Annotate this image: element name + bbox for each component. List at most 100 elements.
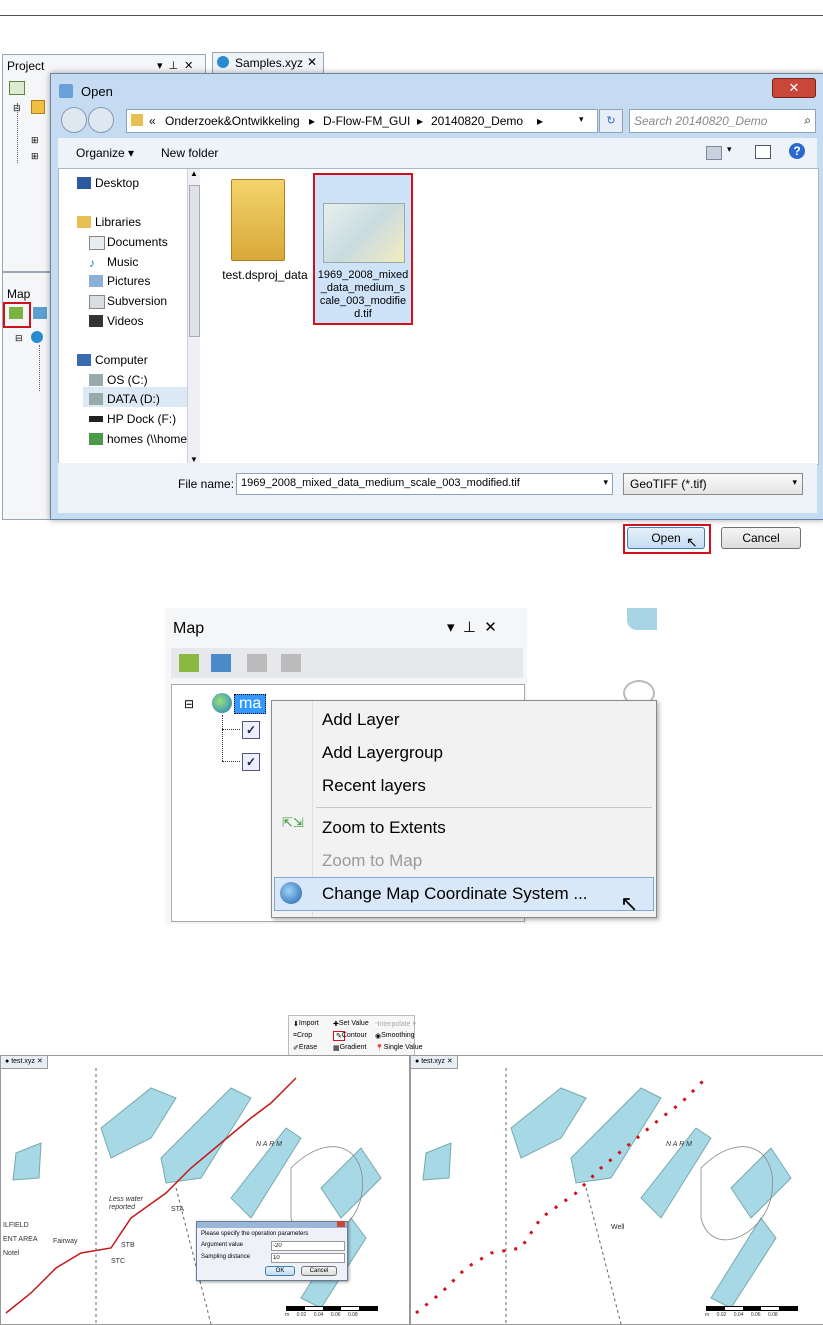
chevron-down-icon[interactable]: ▾ [579,114,584,125]
project-panel-controls[interactable]: ▾ ⊥ ✕ [151,58,193,72]
scrollbar-thumb[interactable] [189,185,200,337]
gradient-button[interactable]: ▦ Gradient [333,1044,366,1052]
scale-labels: m 0.02 0.04 0.06 0.08 [705,1312,778,1318]
map-root-node[interactable]: ma [234,694,267,714]
cancel-button[interactable]: Cancel [721,527,801,549]
nav-homes[interactable]: homes (\\home [107,432,187,446]
argument-value-input[interactable] [271,1241,345,1251]
file-item[interactable]: test.dsproj_data [222,177,308,287]
nav-os-c[interactable]: OS (C:) [107,373,148,387]
nav-subversion[interactable]: Subversion [107,294,167,308]
refresh-icon[interactable]: ↻ [599,109,623,133]
file-type-select[interactable]: GeoTIFF (*.tif) ▾ [623,473,803,495]
pin-icon[interactable]: ⊥ [463,619,476,636]
expand-icon[interactable]: ⊟ [184,697,194,711]
add-layergroup-icon[interactable] [211,654,231,672]
expand-icon[interactable]: ⊟ [15,333,23,344]
view-options-icon[interactable] [706,146,722,160]
expand-icon[interactable]: ⊞ [31,151,39,162]
menu-item-change-coordinate-system[interactable]: Change Map Coordinate System ... [322,884,588,904]
nav-hp-dock[interactable]: HP Dock (F:) [107,412,176,426]
scroll-up-icon[interactable]: ▲ [190,169,198,178]
dialog-title: Open [81,84,113,99]
chevron-down-icon[interactable]: ▾ [603,477,608,488]
close-icon[interactable]: ✕ [484,619,497,636]
address-crumb[interactable]: 20140820_Demo [431,114,523,128]
search-input[interactable]: Search 20140820_Demo ⌕ [629,109,816,133]
forward-button[interactable] [88,107,114,133]
close-icon[interactable]: ✕ [184,60,193,72]
search-icon[interactable]: ⌕ [804,113,811,128]
nav-documents[interactable]: Documents [107,235,168,249]
smoothing-button[interactable]: ◉ Smoothing [375,1032,415,1040]
map-label: ILFIELD [3,1222,29,1229]
panel-controls[interactable]: ▾ ⊥ ✕ [447,618,497,636]
ok-button[interactable]: OK [265,1266,295,1276]
nav-music[interactable]: Music [107,255,138,269]
navigation-pane: Desktop Libraries Documents ♪ Music Pict… [59,169,199,464]
close-icon[interactable]: ✕ [307,55,317,69]
map-label: STB [121,1242,135,1249]
help-icon[interactable]: ? [789,143,805,159]
move-down-icon[interactable] [281,654,301,672]
chevron-right-icon[interactable]: ▸ [417,114,423,128]
nav-libraries[interactable]: Libraries [95,215,141,229]
nav-desktop[interactable]: Desktop [95,176,139,190]
crop-button[interactable]: ⌗ Crop [293,1032,312,1040]
file-browser: Desktop Libraries Documents ♪ Music Pict… [58,168,819,465]
chevron-down-icon[interactable]: ▾ [727,144,732,155]
back-button[interactable] [61,107,87,133]
layer-checkbox[interactable]: ✓ [242,753,260,771]
expand-icon[interactable]: ⊟ [13,103,21,114]
nav-data-d[interactable]: DATA (D:) [107,392,160,406]
close-button[interactable]: ✕ [772,78,816,98]
nav-computer[interactable]: Computer [95,353,148,367]
layer-checkbox[interactable]: ✓ [242,721,260,739]
add-layer-icon[interactable] [9,307,23,319]
move-up-icon[interactable] [247,654,267,672]
single-value-button[interactable]: 📍 Single Value [375,1044,423,1052]
file-item-selected[interactable]: 1969_2008_mixed _data_medium_s cale_003_… [313,173,413,325]
organize-button[interactable]: Organize ▾ [76,146,134,160]
erase-button[interactable]: ✐ Erase [293,1044,317,1052]
file-name-input[interactable]: 1969_2008_mixed_data_medium_scale_003_mo… [236,473,613,495]
preview-pane-icon[interactable] [755,145,771,159]
sampling-distance-input[interactable] [271,1253,345,1263]
map-label: reported [109,1204,136,1211]
menu-item-add-layer[interactable]: Add Layer [322,710,400,730]
close-button[interactable] [337,1221,345,1227]
nav-pictures[interactable]: Pictures [107,274,150,288]
address-bar[interactable]: « Onderzoek&Ontwikkeling ▸ D-Flow-FM_GUI… [126,109,598,133]
cancel-button[interactable]: Cancel [301,1266,337,1276]
menu-item-zoom-to-map[interactable]: Zoom to Map [322,851,422,871]
dropdown-icon[interactable]: ▾ [157,60,163,72]
chevron-right-icon[interactable]: ▸ [309,114,315,128]
menu-item-recent-layers[interactable]: Recent layers [322,776,426,796]
contour-button[interactable]: ✎ Contour [333,1031,367,1041]
interpolate-button[interactable]: ▫ Interpolate ▾ [375,1020,416,1028]
tab-samples[interactable]: Samples.xyz ✕ [212,52,324,74]
island [100,1087,177,1159]
chevron-right-icon[interactable]: ▸ [537,114,543,128]
nav-scrollbar[interactable]: ▲ ▼ [187,169,200,464]
add-layer-icon[interactable] [179,654,199,672]
address-crumb[interactable]: Onderzoek&Ontwikkeling [165,114,300,128]
scale-bar [286,1306,378,1311]
dropdown-icon[interactable]: ▾ [447,619,455,636]
chevron-down-icon[interactable]: ▾ [792,477,797,488]
project-folder-icon [31,100,45,114]
expand-icon[interactable]: ⊞ [31,135,39,146]
add-layergroup-icon[interactable] [33,307,47,319]
project-tool-icon[interactable] [9,81,25,95]
menu-item-add-layergroup[interactable]: Add Layergroup [322,743,443,763]
address-crumb[interactable]: D-Flow-FM_GUI [323,114,410,128]
set-value-button[interactable]: ✚ Set Value [333,1020,369,1028]
argument-value-label: Argument value [201,1242,244,1248]
address-overflow[interactable]: « [149,114,156,128]
pin-icon[interactable]: ⊥ [169,60,179,72]
map-label: Notel [3,1250,20,1257]
menu-item-zoom-to-extents[interactable]: Zoom to Extents [322,818,446,838]
nav-videos[interactable]: Videos [107,314,143,328]
new-folder-button[interactable]: New folder [161,146,218,160]
import-button[interactable]: ⬇ Import [293,1020,319,1028]
